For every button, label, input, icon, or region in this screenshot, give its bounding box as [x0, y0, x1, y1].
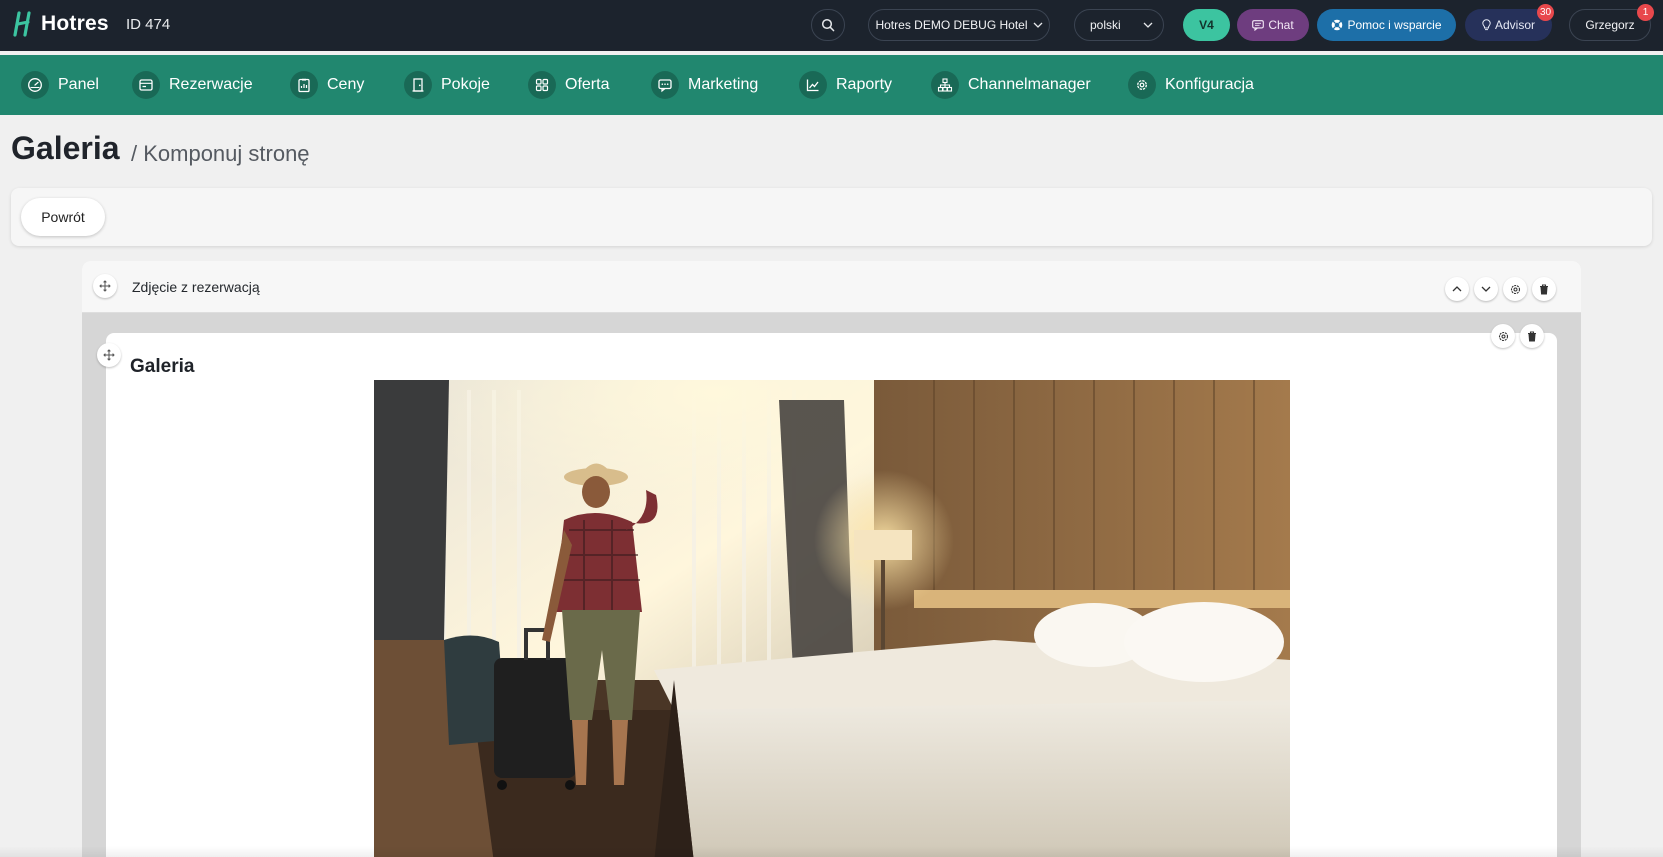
- price-list-icon: [290, 71, 318, 99]
- section-title: Zdjęcie z rezerwacją: [132, 279, 260, 295]
- search-icon: [821, 18, 835, 32]
- block-delete-button[interactable]: [1520, 324, 1544, 348]
- version-v4-button[interactable]: V4: [1183, 9, 1230, 41]
- user-name: Grzegorz: [1585, 18, 1635, 32]
- nav-label: Pokoje: [441, 76, 490, 93]
- nav-item-rezerwacje[interactable]: Rezerwacje: [132, 69, 253, 101]
- nav-item-panel[interactable]: Panel: [21, 69, 99, 101]
- move-handle-icon[interactable]: [93, 274, 117, 298]
- gear-icon: [1128, 71, 1156, 99]
- main-nav: Panel Rezerwacje Ceny Pokoje Oferta Mark…: [0, 55, 1663, 115]
- search-button[interactable]: [811, 9, 845, 41]
- advisor-label: Advisor: [1494, 18, 1535, 32]
- page-toolbar: Powrót: [11, 188, 1652, 246]
- bottom-fade: [0, 846, 1663, 857]
- move-up-button[interactable]: [1445, 277, 1469, 301]
- help-label: Pomoc i wsparcie: [1347, 18, 1442, 32]
- nav-item-oferta[interactable]: Oferta: [528, 69, 609, 101]
- top-bar: Hotres ID 474 Hotres DEMO DEBUG Hotel po…: [0, 0, 1663, 51]
- hotres-logo[interactable]: Hotres: [12, 9, 109, 39]
- lightbulb-icon: [1482, 19, 1491, 31]
- hotel-select[interactable]: Hotres DEMO DEBUG Hotel: [868, 9, 1050, 41]
- move-handle-icon[interactable]: [97, 343, 121, 367]
- gallery-block: Galeria: [97, 324, 1557, 857]
- hotres-logo-icon: [13, 11, 31, 37]
- chevron-down-icon: [1481, 286, 1491, 292]
- nav-item-ceny[interactable]: Ceny: [290, 69, 364, 101]
- lifebuoy-icon: [1332, 19, 1343, 31]
- nav-label: Marketing: [688, 76, 759, 93]
- help-support-button[interactable]: Pomoc i wsparcie: [1317, 9, 1456, 41]
- nav-label: Panel: [58, 76, 99, 93]
- gear-icon: [1510, 284, 1520, 294]
- version-label: V4: [1199, 18, 1214, 32]
- page-subtitle: / Komponuj stronę: [131, 141, 310, 166]
- nav-label: Rezerwacje: [169, 76, 253, 93]
- section-header: Zdjęcie z rezerwacją: [82, 261, 1581, 313]
- chat-label: Chat: [1268, 18, 1294, 32]
- nav-label: Raporty: [836, 76, 893, 93]
- trash-icon: [1540, 283, 1548, 295]
- nav-item-channelmanager[interactable]: Channelmanager: [931, 69, 1091, 101]
- back-button[interactable]: Powrót: [21, 198, 105, 236]
- advisor-notification-badge: 30: [1537, 4, 1555, 21]
- nav-item-konfiguracja[interactable]: Konfiguracja: [1128, 69, 1254, 101]
- nav-label: Oferta: [565, 76, 610, 93]
- nav-label: Konfiguracja: [1165, 76, 1254, 93]
- hotel-select-value: Hotres DEMO DEBUG Hotel: [875, 18, 1028, 32]
- chevron-down-icon: [1033, 22, 1042, 28]
- page-title: Galeria: [11, 130, 120, 166]
- app-name: Hotres: [41, 12, 109, 35]
- nav-item-raporty[interactable]: Raporty: [799, 69, 892, 101]
- dashboard-icon: [21, 71, 49, 99]
- hotel-id: ID 474: [126, 16, 171, 33]
- page-section: Zdjęcie z rezerwacją Galeria: [82, 261, 1581, 857]
- section-delete-button[interactable]: [1532, 277, 1556, 301]
- gallery-title: Galeria: [130, 356, 195, 377]
- chat-button[interactable]: Chat: [1237, 9, 1309, 41]
- chevron-up-icon: [1452, 286, 1462, 292]
- hotel-room-photo: [374, 380, 1290, 857]
- block-settings-button[interactable]: [1491, 324, 1515, 348]
- language-select[interactable]: polski: [1074, 9, 1164, 41]
- nav-label: Channelmanager: [968, 76, 1091, 93]
- move-down-button[interactable]: [1474, 277, 1498, 301]
- nav-label: Ceny: [327, 76, 365, 93]
- calendar-card-icon: [132, 71, 160, 99]
- chat-icon: [1252, 19, 1265, 31]
- grid-icon: [528, 71, 556, 99]
- chart-line-icon: [799, 71, 827, 99]
- language-select-value: polski: [1090, 18, 1121, 32]
- trash-icon: [1528, 330, 1536, 342]
- chevron-down-icon: [1143, 22, 1153, 28]
- user-notification-badge: 1: [1637, 4, 1654, 21]
- message-icon: [651, 71, 679, 99]
- gear-icon: [1498, 331, 1508, 341]
- nav-item-marketing[interactable]: Marketing: [651, 69, 758, 101]
- door-icon: [404, 71, 432, 99]
- nav-item-pokoje[interactable]: Pokoje: [404, 69, 490, 101]
- network-icon: [931, 71, 959, 99]
- section-settings-button[interactable]: [1503, 277, 1527, 301]
